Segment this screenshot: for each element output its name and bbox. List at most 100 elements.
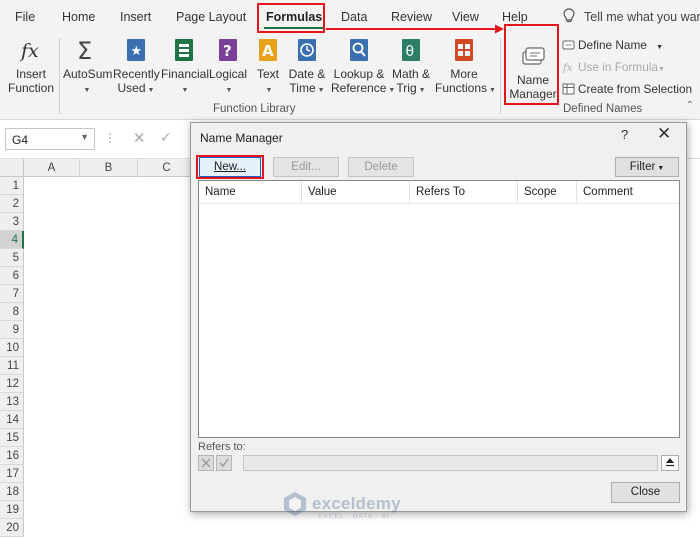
formulas-tab-highlight: [257, 3, 325, 33]
row-header-18[interactable]: 18: [0, 483, 24, 501]
select-all-corner[interactable]: [0, 159, 24, 177]
cancel-entry-icon[interactable]: ✕: [133, 129, 146, 147]
row-header-1[interactable]: 1: [0, 177, 24, 195]
row-header-17[interactable]: 17: [0, 465, 24, 483]
logical-dropdown: ▼: [225, 87, 233, 94]
collapse-dialog-icon[interactable]: [661, 455, 679, 471]
name-manager-highlight: [504, 24, 559, 105]
row-header-5[interactable]: 5: [0, 249, 24, 267]
tab-data[interactable]: Data: [341, 10, 367, 24]
column-header-c[interactable]: C: [138, 159, 196, 177]
financial-book-icon: [170, 36, 198, 64]
cancel-edit-icon[interactable]: [198, 455, 214, 471]
menu-bar: File Home Insert Page Layout Formulas Da…: [0, 0, 700, 34]
tab-home[interactable]: Home: [62, 10, 95, 24]
tab-insert[interactable]: Insert: [120, 10, 151, 24]
text-book-icon: A: [254, 36, 282, 64]
tab-file[interactable]: File: [15, 10, 35, 24]
more-functions-label-1: More: [450, 67, 478, 81]
svg-text:★: ★: [131, 44, 143, 59]
row-header-13[interactable]: 13: [0, 393, 24, 411]
row-header-9[interactable]: 9: [0, 321, 24, 339]
name-box[interactable]: G4 ▼: [5, 128, 95, 150]
close-button[interactable]: Close: [611, 482, 680, 503]
math-trig-button[interactable]: θ Math & Trig ▼: [390, 36, 432, 98]
column-value[interactable]: Value: [302, 181, 410, 203]
tag-icon: [562, 40, 575, 50]
watermark-tagline: EXCEL · DATA · BI: [318, 513, 390, 520]
filter-button[interactable]: Filter ▼: [615, 157, 679, 177]
svg-text:θ: θ: [406, 44, 415, 60]
row-header-10[interactable]: 10: [0, 339, 24, 357]
autosum-label: AutoSum: [63, 67, 113, 81]
autosum-button[interactable]: Σ AutoSum ▼: [63, 36, 113, 98]
row-header-2[interactable]: 2: [0, 195, 24, 213]
text-button[interactable]: A Text ▼: [252, 36, 284, 98]
ribbon-separator: [500, 38, 501, 114]
name-box-value: G4: [12, 133, 29, 147]
row-header-15[interactable]: 15: [0, 429, 24, 447]
row-header-19[interactable]: 19: [0, 501, 24, 519]
more-functions-label-2: Functions ▼: [435, 81, 496, 95]
define-name-button[interactable]: Define Name ▼: [562, 38, 663, 52]
row-header-11[interactable]: 11: [0, 357, 24, 375]
chevron-down-icon: ▼: [657, 165, 665, 172]
collapse-ribbon-icon[interactable]: ⌃: [686, 100, 694, 111]
create-from-selection-label: Create from Selection: [578, 82, 693, 96]
defined-names-group-label: Defined Names: [563, 103, 643, 115]
svg-text:A: A: [262, 42, 274, 60]
column-name[interactable]: Name: [199, 181, 302, 203]
define-name-label: Define Name: [578, 38, 647, 52]
column-refers-to[interactable]: Refers To: [410, 181, 518, 203]
name-manager-dialog: Name Manager ? ✕ New... Edit... Delete F…: [190, 122, 687, 512]
financial-button[interactable]: Financial ▼: [161, 36, 209, 98]
refers-to-input[interactable]: [243, 455, 658, 471]
create-from-selection-button[interactable]: Create from Selection: [562, 82, 692, 96]
theta-book-icon: θ: [397, 36, 425, 64]
recently-used-button[interactable]: ★ Recently Used ▼: [113, 36, 160, 98]
confirm-entry-icon[interactable]: ✓: [160, 129, 172, 146]
column-comment[interactable]: Comment: [577, 181, 679, 203]
row-header-14[interactable]: 14: [0, 411, 24, 429]
tab-view[interactable]: View: [452, 10, 479, 24]
fx-icon: fx: [17, 36, 45, 64]
date-time-button[interactable]: Date & Time ▼: [286, 36, 328, 98]
svg-text:fx: fx: [19, 40, 39, 62]
row-header-6[interactable]: 6: [0, 267, 24, 285]
row-header-4[interactable]: 4: [0, 231, 24, 249]
edit-button[interactable]: Edit...: [273, 157, 339, 177]
tell-me-search[interactable]: Tell me what you wan: [562, 8, 700, 24]
names-list[interactable]: Name Value Refers To Scope Comment: [198, 180, 680, 438]
filter-label: Filter: [629, 161, 656, 173]
row-header-8[interactable]: 8: [0, 303, 24, 321]
confirm-edit-icon[interactable]: [216, 455, 232, 471]
calendar-clock-icon: [293, 36, 321, 64]
tab-review[interactable]: Review: [391, 10, 432, 24]
logical-label: Logical: [208, 67, 248, 81]
row-header-16[interactable]: 16: [0, 447, 24, 465]
column-scope[interactable]: Scope: [518, 181, 577, 203]
lookup-reference-button[interactable]: Lookup & Reference ▼: [331, 36, 396, 98]
tab-help[interactable]: Help: [502, 10, 528, 24]
help-icon[interactable]: ?: [621, 127, 628, 142]
delete-button[interactable]: Delete: [348, 157, 414, 177]
row-header-20[interactable]: 20: [0, 519, 24, 537]
use-in-formula-button[interactable]: fx Use in Formula▼: [562, 60, 665, 74]
more-functions-button[interactable]: More Functions ▼: [435, 36, 496, 98]
question-book-icon: ?: [214, 36, 242, 64]
svg-text:fx: fx: [562, 63, 573, 73]
row-header-12[interactable]: 12: [0, 375, 24, 393]
insert-function-button[interactable]: fx Insert Function: [7, 36, 55, 95]
row-header-3[interactable]: 3: [0, 213, 24, 231]
column-header-a[interactable]: A: [24, 159, 80, 177]
close-icon[interactable]: ✕: [657, 124, 671, 144]
formula-tag-icon: fx: [562, 63, 573, 73]
autosum-dropdown: ▼: [83, 87, 91, 94]
tab-page-layout[interactable]: Page Layout: [176, 10, 246, 24]
date-time-label-2: Time ▼: [289, 81, 325, 95]
chevron-down-icon: ▼: [656, 44, 664, 51]
column-header-b[interactable]: B: [80, 159, 138, 177]
logical-button[interactable]: ? Logical ▼: [208, 36, 248, 98]
row-header-7[interactable]: 7: [0, 285, 24, 303]
lookup-reference-label-2: Reference ▼: [331, 81, 396, 95]
